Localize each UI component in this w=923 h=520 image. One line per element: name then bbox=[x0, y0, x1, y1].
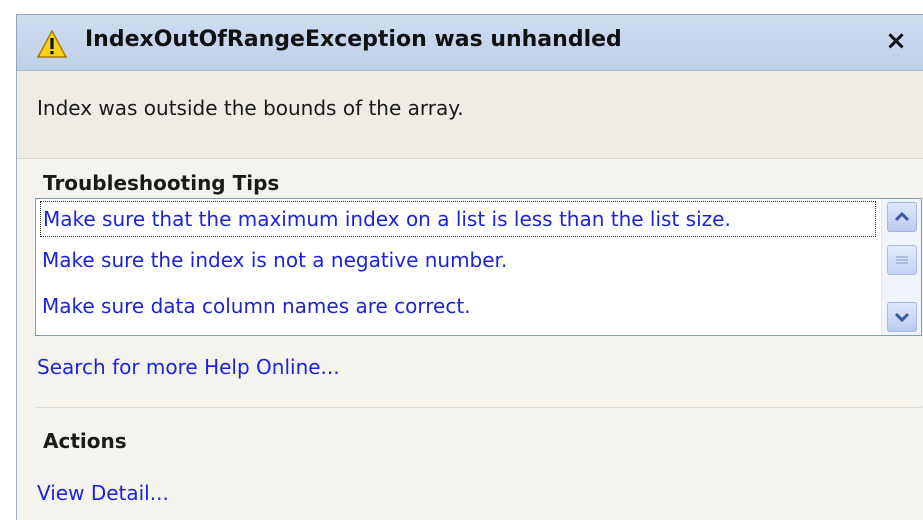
grip-icon bbox=[896, 256, 908, 264]
exception-assistant-dialog: IndexOutOfRangeException was unhandled ×… bbox=[16, 14, 923, 520]
troubleshooting-tips-list[interactable]: Make sure that the maximum index on a li… bbox=[35, 198, 922, 336]
tip-item[interactable]: Make sure data column names are correct. bbox=[40, 289, 876, 325]
view-detail-link[interactable]: View Detail... bbox=[37, 481, 169, 505]
scroll-down-button[interactable] bbox=[887, 302, 917, 332]
tip-item[interactable]: Make sure that the maximum index on a li… bbox=[40, 201, 876, 237]
chevron-up-icon bbox=[894, 211, 910, 222]
close-button[interactable]: × bbox=[881, 24, 911, 58]
dialog-title: IndexOutOfRangeException was unhandled bbox=[85, 27, 622, 52]
exception-message: Index was outside the bounds of the arra… bbox=[37, 96, 464, 120]
tips-scrollbar[interactable] bbox=[881, 199, 921, 335]
tip-item[interactable]: Make sure the index is not a negative nu… bbox=[40, 243, 876, 279]
search-help-online-link[interactable]: Search for more Help Online... bbox=[37, 355, 340, 379]
section-divider bbox=[35, 407, 922, 408]
chevron-down-icon bbox=[894, 312, 910, 323]
scroll-thumb[interactable] bbox=[887, 245, 917, 275]
dialog-title-bar: IndexOutOfRangeException was unhandled × bbox=[17, 15, 923, 71]
actions-heading: Actions bbox=[43, 429, 127, 453]
scroll-up-button[interactable] bbox=[887, 202, 917, 232]
troubleshooting-heading: Troubleshooting Tips bbox=[43, 171, 280, 195]
warning-triangle-icon bbox=[37, 30, 67, 58]
exception-message-band: Index was outside the bounds of the arra… bbox=[17, 71, 923, 159]
